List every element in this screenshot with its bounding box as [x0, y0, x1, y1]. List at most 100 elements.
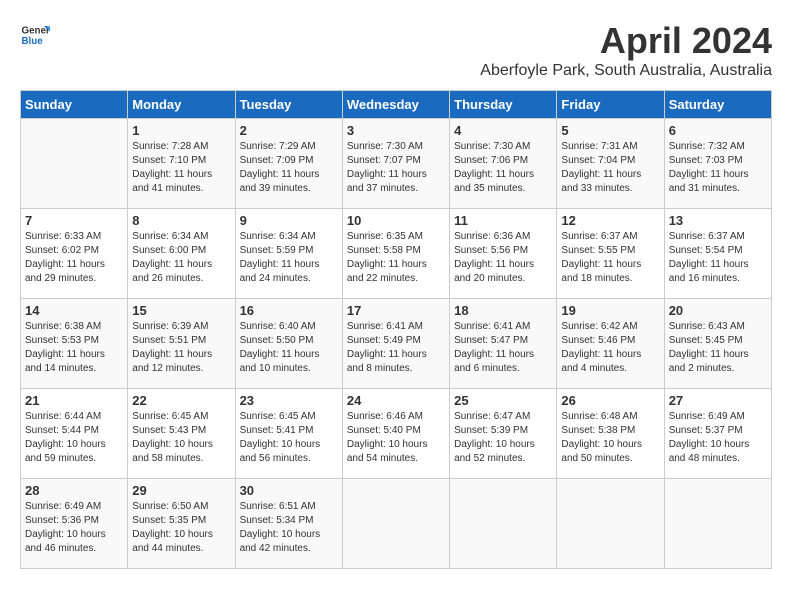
- day-number: 7: [25, 213, 123, 228]
- day-info: Sunrise: 7:32 AMSunset: 7:03 PMDaylight:…: [669, 140, 767, 196]
- day-number: 1: [132, 123, 230, 138]
- day-number: 18: [454, 303, 552, 318]
- calendar-cell: [557, 479, 664, 569]
- day-info: Sunrise: 7:29 AMSunset: 7:09 PMDaylight:…: [240, 140, 338, 196]
- day-number: 4: [454, 123, 552, 138]
- calendar-cell: [21, 119, 128, 209]
- calendar-cell: 21 Sunrise: 6:44 AMSunset: 5:44 PMDayligh…: [21, 389, 128, 479]
- calendar-cell: 30 Sunrise: 6:51 AMSunset: 5:34 PMDayligh…: [235, 479, 342, 569]
- header-cell-sunday: Sunday: [21, 91, 128, 119]
- day-info: Sunrise: 6:49 AMSunset: 5:36 PMDaylight:…: [25, 500, 123, 556]
- day-info: Sunrise: 6:36 AMSunset: 5:56 PMDaylight:…: [454, 230, 552, 286]
- calendar-cell: 5 Sunrise: 7:31 AMSunset: 7:04 PMDaylight…: [557, 119, 664, 209]
- day-info: Sunrise: 6:50 AMSunset: 5:35 PMDaylight:…: [132, 500, 230, 556]
- day-info: Sunrise: 6:38 AMSunset: 5:53 PMDaylight:…: [25, 320, 123, 376]
- day-number: 11: [454, 213, 552, 228]
- header-cell-tuesday: Tuesday: [235, 91, 342, 119]
- day-info: Sunrise: 6:37 AMSunset: 5:54 PMDaylight:…: [669, 230, 767, 286]
- day-info: Sunrise: 6:35 AMSunset: 5:58 PMDaylight:…: [347, 230, 445, 286]
- day-number: 9: [240, 213, 338, 228]
- day-info: Sunrise: 6:37 AMSunset: 5:55 PMDaylight:…: [561, 230, 659, 286]
- day-number: 25: [454, 393, 552, 408]
- day-info: Sunrise: 7:30 AMSunset: 7:06 PMDaylight:…: [454, 140, 552, 196]
- calendar-cell: 25Sunrise: 6:47 AMSunset: 5:39 PMDayligh…: [450, 389, 557, 479]
- week-row-4: 21 Sunrise: 6:44 AMSunset: 5:44 PMDayligh…: [21, 389, 772, 479]
- calendar-cell: 1 Sunrise: 7:28 AMSunset: 7:10 PMDaylight…: [128, 119, 235, 209]
- day-number: 30: [240, 483, 338, 498]
- svg-text:Blue: Blue: [22, 36, 44, 47]
- day-number: 21: [25, 393, 123, 408]
- header-row: SundayMondayTuesdayWednesdayThursdayFrid…: [21, 91, 772, 119]
- day-info: Sunrise: 6:44 AMSunset: 5:44 PMDaylight:…: [25, 410, 123, 466]
- day-number: 15: [132, 303, 230, 318]
- day-number: 23: [240, 393, 338, 408]
- day-number: 27: [669, 393, 767, 408]
- day-number: 2: [240, 123, 338, 138]
- day-info: Sunrise: 6:33 AMSunset: 6:02 PMDaylight:…: [25, 230, 123, 286]
- day-number: 6: [669, 123, 767, 138]
- calendar-cell: 28 Sunrise: 6:49 AMSunset: 5:36 PMDayligh…: [21, 479, 128, 569]
- location-title: Aberfoyle Park, South Australia, Austral…: [480, 62, 772, 80]
- day-number: 19: [561, 303, 659, 318]
- day-number: 12: [561, 213, 659, 228]
- header-cell-thursday: Thursday: [450, 91, 557, 119]
- day-number: 17: [347, 303, 445, 318]
- day-info: Sunrise: 6:42 AMSunset: 5:46 PMDaylight:…: [561, 320, 659, 376]
- day-number: 20: [669, 303, 767, 318]
- header-cell-wednesday: Wednesday: [342, 91, 449, 119]
- day-info: Sunrise: 6:41 AMSunset: 5:47 PMDaylight:…: [454, 320, 552, 376]
- day-number: 28: [25, 483, 123, 498]
- day-info: Sunrise: 6:41 AMSunset: 5:49 PMDaylight:…: [347, 320, 445, 376]
- calendar-cell: 26 Sunrise: 6:48 AMSunset: 5:38 PMDayligh…: [557, 389, 664, 479]
- page-header: General Blue April 2024 Aberfoyle Park, …: [20, 20, 772, 80]
- day-info: Sunrise: 6:51 AMSunset: 5:34 PMDaylight:…: [240, 500, 338, 556]
- calendar-cell: 13Sunrise: 6:37 AMSunset: 5:54 PMDayligh…: [664, 209, 771, 299]
- day-number: 10: [347, 213, 445, 228]
- calendar-cell: 17 Sunrise: 6:41 AMSunset: 5:49 PMDayligh…: [342, 299, 449, 389]
- day-info: Sunrise: 6:45 AMSunset: 5:41 PMDaylight:…: [240, 410, 338, 466]
- calendar-cell: 8Sunrise: 6:34 AMSunset: 6:00 PMDaylight…: [128, 209, 235, 299]
- calendar-table: SundayMondayTuesdayWednesdayThursdayFrid…: [20, 90, 772, 569]
- calendar-cell: 6 Sunrise: 7:32 AMSunset: 7:03 PMDaylight…: [664, 119, 771, 209]
- calendar-cell: 7 Sunrise: 6:33 AMSunset: 6:02 PMDaylight…: [21, 209, 128, 299]
- day-number: 16: [240, 303, 338, 318]
- month-title: April 2024: [480, 20, 772, 62]
- calendar-cell: 9 Sunrise: 6:34 AMSunset: 5:59 PMDaylight…: [235, 209, 342, 299]
- day-info: Sunrise: 7:28 AMSunset: 7:10 PMDaylight:…: [132, 140, 230, 196]
- calendar-cell: 3 Sunrise: 7:30 AMSunset: 7:07 PMDaylight…: [342, 119, 449, 209]
- week-row-5: 28 Sunrise: 6:49 AMSunset: 5:36 PMDayligh…: [21, 479, 772, 569]
- calendar-cell: 29Sunrise: 6:50 AMSunset: 5:35 PMDayligh…: [128, 479, 235, 569]
- calendar-cell: [450, 479, 557, 569]
- day-info: Sunrise: 7:31 AMSunset: 7:04 PMDaylight:…: [561, 140, 659, 196]
- day-number: 8: [132, 213, 230, 228]
- header-cell-friday: Friday: [557, 91, 664, 119]
- calendar-cell: [664, 479, 771, 569]
- day-info: Sunrise: 6:49 AMSunset: 5:37 PMDaylight:…: [669, 410, 767, 466]
- week-row-2: 7 Sunrise: 6:33 AMSunset: 6:02 PMDaylight…: [21, 209, 772, 299]
- calendar-cell: 20 Sunrise: 6:43 AMSunset: 5:45 PMDayligh…: [664, 299, 771, 389]
- calendar-cell: 4 Sunrise: 7:30 AMSunset: 7:06 PMDaylight…: [450, 119, 557, 209]
- day-info: Sunrise: 6:34 AMSunset: 5:59 PMDaylight:…: [240, 230, 338, 286]
- day-info: Sunrise: 6:45 AMSunset: 5:43 PMDaylight:…: [132, 410, 230, 466]
- logo-icon: General Blue: [20, 20, 50, 50]
- calendar-cell: 2 Sunrise: 7:29 AMSunset: 7:09 PMDaylight…: [235, 119, 342, 209]
- calendar-cell: 15Sunrise: 6:39 AMSunset: 5:51 PMDayligh…: [128, 299, 235, 389]
- calendar-cell: 12 Sunrise: 6:37 AMSunset: 5:55 PMDayligh…: [557, 209, 664, 299]
- calendar-cell: 18 Sunrise: 6:41 AMSunset: 5:47 PMDayligh…: [450, 299, 557, 389]
- calendar-cell: 16Sunrise: 6:40 AMSunset: 5:50 PMDayligh…: [235, 299, 342, 389]
- calendar-cell: 22 Sunrise: 6:45 AMSunset: 5:43 PMDayligh…: [128, 389, 235, 479]
- calendar-cell: 14Sunrise: 6:38 AMSunset: 5:53 PMDayligh…: [21, 299, 128, 389]
- calendar-cell: 19 Sunrise: 6:42 AMSunset: 5:46 PMDayligh…: [557, 299, 664, 389]
- week-row-3: 14Sunrise: 6:38 AMSunset: 5:53 PMDayligh…: [21, 299, 772, 389]
- day-number: 5: [561, 123, 659, 138]
- day-number: 26: [561, 393, 659, 408]
- calendar-cell: 24Sunrise: 6:46 AMSunset: 5:40 PMDayligh…: [342, 389, 449, 479]
- day-number: 22: [132, 393, 230, 408]
- calendar-cell: 10 Sunrise: 6:35 AMSunset: 5:58 PMDayligh…: [342, 209, 449, 299]
- day-info: Sunrise: 6:48 AMSunset: 5:38 PMDaylight:…: [561, 410, 659, 466]
- day-number: 3: [347, 123, 445, 138]
- day-info: Sunrise: 7:30 AMSunset: 7:07 PMDaylight:…: [347, 140, 445, 196]
- calendar-cell: 11 Sunrise: 6:36 AMSunset: 5:56 PMDayligh…: [450, 209, 557, 299]
- day-info: Sunrise: 6:43 AMSunset: 5:45 PMDaylight:…: [669, 320, 767, 376]
- calendar-cell: 23 Sunrise: 6:45 AMSunset: 5:41 PMDayligh…: [235, 389, 342, 479]
